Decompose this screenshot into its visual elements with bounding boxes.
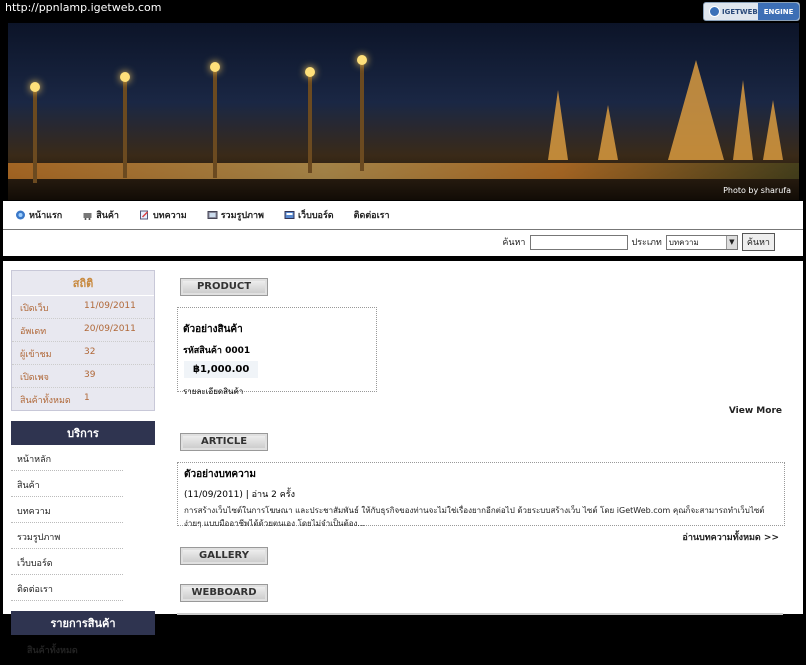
stats-value: 11/09/2011 [84,301,136,311]
read-all-articles-link[interactable]: อ่านบทความทั้งหมด >> [682,530,779,544]
search-input[interactable] [529,234,628,250]
nav-area: หน้าแรก สินค้า บทความ รวมรูปภาพ เว็บบอร์… [3,201,803,256]
stats-key: ผู้เข้าชม [20,350,52,360]
stats-row: เปิดเว็บ 11/09/2011 [12,296,154,319]
stats-value: 32 [84,347,96,357]
menu-item-home[interactable]: หน้าหลัก [11,445,123,471]
nav-item-contact[interactable]: ติดต่อเรา [354,208,390,222]
nav-label: สินค้า [96,211,119,221]
services-title: บริการ [11,421,155,445]
gallery-section-button[interactable]: GALLERY [180,547,268,565]
article-title[interactable]: ตัวอย่างบทความ [178,463,784,482]
menu-item-gallery[interactable]: รวมรูปภาพ [11,523,123,549]
stats-key: อัพเดท [20,327,47,337]
menu-item-products[interactable]: สินค้า [11,471,123,497]
stats-value: 39 [84,370,96,380]
view-more-link[interactable]: View More [729,406,782,416]
stats-key: เปิดเพจ [20,373,49,383]
igetweb-badge[interactable]: IGETWEB ENGINE [703,2,800,21]
webboard-section-button[interactable]: WEBBOARD [180,584,268,602]
gallery-icon [207,211,218,219]
nav-label: ติดต่อเรา [353,211,390,221]
lamp-pole [305,67,315,173]
nav-item-articles[interactable]: บทความ [139,208,187,222]
search-type-select[interactable]: บทความ ▼ [665,234,738,250]
article-section-button[interactable]: ARTICLE [180,433,268,451]
nav-divider [3,229,803,230]
services-menu: หน้าหลัก สินค้า บทความ รวมรูปภาพ เว็บบอร… [11,445,155,601]
search-bar: ค้นหา ประเภท บทความ ▼ ค้นหา [502,233,775,251]
stats-key: สินค้าทั้งหมด [20,396,71,406]
menu-item-webboard[interactable]: เว็บบอร์ด [11,549,123,575]
section-divider [177,613,783,615]
page-content: สถิติ เปิดเว็บ 11/09/2011 อัพเดท 20/09/201… [3,261,803,656]
product-detail: รายละเอียดสินค้า [183,387,244,396]
search-label: ค้นหา [502,238,526,248]
stats-box: สถิติ เปิดเว็บ 11/09/2011 อัพเดท 20/09/201… [11,270,155,411]
stats-value: 1 [84,393,90,403]
nav-label: เว็บบอร์ด [297,211,334,221]
sidebar: สถิติ เปิดเว็บ 11/09/2011 อัพเดท 20/09/201… [11,270,155,665]
cart-icon [83,213,92,220]
catalog-title: รายการสินค้า [11,611,155,635]
lamp-pole [120,72,130,178]
catalog-all-link[interactable]: สินค้าทั้งหมด [11,635,155,665]
article-description: การสร้างเว็บไซต์ในการโฆษณา และประชาสัมพั… [184,506,765,528]
nav-label: บทความ [152,211,187,221]
stats-title: สถิติ [12,271,154,296]
stats-row: เปิดเพจ 39 [12,365,154,388]
article-icon [139,210,148,220]
article-meta: (11/09/2011) | อ่าน 2 ครั้ง [184,490,295,500]
webboard-icon [284,211,295,219]
nav-item-gallery[interactable]: รวมรูปภาพ [207,208,264,222]
nav-item-home[interactable]: หน้าแรก [15,208,62,222]
product-section-button[interactable]: PRODUCT [180,278,268,296]
nav-label: หน้าแรก [29,211,63,221]
search-type-label: ประเภท [631,238,662,248]
temple-spire [668,60,724,160]
lamp-pole [357,55,367,171]
temple-spire [733,80,753,160]
home-icon [16,210,25,220]
badge-right: ENGINE [757,3,800,20]
menu-item-articles[interactable]: บทความ [11,497,123,523]
photo-credit: Photo by sharufa [723,186,791,195]
nav-item-webboard[interactable]: เว็บบอร์ด [284,208,334,222]
lamp-pole [210,62,220,178]
product-card[interactable]: ตัวอย่างสินค้า รหัสสินค้า 0001 ฿1,000.00… [177,307,377,396]
product-price: ฿1,000.00 [184,361,259,378]
temple-spire [763,100,783,160]
stats-value: 20/09/2011 [84,324,136,334]
search-type-value: บทความ [668,237,699,247]
temple-spire [548,90,568,160]
top-bar: http://ppnlamp.igetweb.com IGETWEB ENGIN… [0,0,806,21]
badge-left: IGETWEB [704,5,758,17]
main-nav: หน้าแรก สินค้า บทความ รวมรูปภาพ เว็บบอร์… [3,201,803,229]
nav-item-products[interactable]: สินค้า [82,208,119,222]
menu-item-contact[interactable]: ติดต่อเรา [11,575,123,601]
chevron-down-icon: ▼ [725,235,737,249]
nav-label: รวมรูปภาพ [220,211,264,221]
product-code: รหัสสินค้า 0001 [183,346,251,356]
search-button[interactable]: ค้นหา [741,233,775,251]
stats-key: เปิดเว็บ [20,304,49,314]
site-url[interactable]: http://ppnlamp.igetweb.com [5,1,161,14]
stats-row: ผู้เข้าชม 32 [12,342,154,365]
lamp-pole [30,82,40,183]
stats-row: อัพเดท 20/09/2011 [12,319,154,342]
stats-row: สินค้าทั้งหมด 1 [12,388,154,410]
temple-spire [598,105,618,160]
header-banner: Photo by sharufa [8,23,799,200]
article-item: ตัวอย่างบทความ (11/09/2011) | อ่าน 2 ครั… [177,462,785,528]
product-name[interactable]: ตัวอย่างสินค้า [178,308,376,337]
